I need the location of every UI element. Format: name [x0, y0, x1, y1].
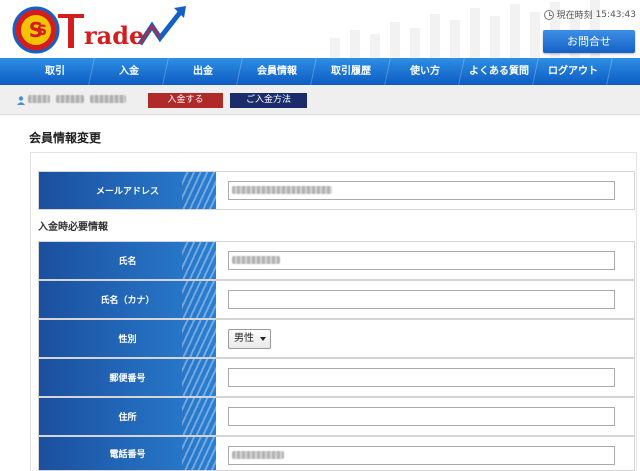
- address-field[interactable]: [228, 407, 615, 426]
- chevron-down-icon: [260, 337, 266, 341]
- user-name-redacted: [28, 95, 142, 105]
- postal-field[interactable]: [228, 368, 615, 387]
- redacted-text: [90, 95, 126, 103]
- deposit-button[interactable]: 入金する: [148, 93, 223, 108]
- gender-label: 性別: [39, 320, 216, 357]
- clock-icon: [543, 9, 554, 20]
- clock-label: 現在時刻: [556, 11, 593, 21]
- form-row-postal: 郵便番号: [38, 358, 635, 397]
- deposit-method-button[interactable]: ご入金方法: [230, 93, 307, 108]
- email-field[interactable]: [228, 181, 615, 200]
- svg-text:S: S: [37, 23, 47, 39]
- nav-item-faq[interactable]: よくある質問: [459, 58, 539, 85]
- form-row-phone: 電話番号: [38, 436, 635, 471]
- nav-item-trade-history[interactable]: 取引履歴: [311, 58, 391, 85]
- section-title: 入金時必要情報: [38, 222, 108, 233]
- nav-item-trade[interactable]: 取引: [15, 58, 95, 85]
- name-label: 氏名: [39, 242, 216, 279]
- phone-field[interactable]: [228, 446, 615, 465]
- clock-time: 15:43:43: [595, 9, 636, 20]
- nav-item-deposit[interactable]: 入金: [89, 58, 169, 85]
- user-icon: [17, 96, 25, 105]
- site-header: S S rade 現在時刻 15:43:43 お問合せ: [0, 0, 640, 58]
- form-row-gender: 性別 男性: [38, 319, 635, 358]
- current-time: 現在時刻 15:43:43: [543, 8, 636, 21]
- nav-item-logout[interactable]: ログアウト: [533, 58, 613, 85]
- form-row-address: 住所: [38, 397, 635, 436]
- gender-select[interactable]: 男性: [228, 329, 271, 349]
- postal-label: 郵便番号: [39, 359, 216, 396]
- address-label: 住所: [39, 398, 216, 435]
- nav-item-how-to[interactable]: 使い方: [385, 58, 465, 85]
- page-title: 会員情報変更: [29, 131, 102, 145]
- main-nav: 取引 入金 出金 会員情報 取引履歴 使い方 よくある質問 ログアウト: [0, 58, 640, 85]
- kana-field[interactable]: [228, 290, 615, 309]
- redacted-text: [28, 95, 50, 103]
- contact-button[interactable]: お問合せ: [543, 30, 635, 53]
- user-bar: [0, 85, 640, 115]
- nav-item-member-info[interactable]: 会員情報: [237, 58, 317, 85]
- nav-item-withdraw[interactable]: 出金: [163, 58, 243, 85]
- svg-text:rade: rade: [84, 21, 144, 50]
- form-row-kana: 氏名（カナ）: [38, 280, 635, 319]
- redacted-text: [56, 95, 84, 103]
- sstrade-logo[interactable]: S S rade: [12, 4, 192, 56]
- email-label: メールアドレス: [39, 172, 216, 209]
- redacted-text: [232, 451, 284, 459]
- form-row-name: 氏名: [38, 241, 635, 280]
- redacted-text: [232, 256, 280, 264]
- redacted-text: [232, 186, 332, 194]
- form-row-email: メールアドレス: [38, 171, 635, 210]
- phone-label: 電話番号: [39, 437, 216, 470]
- kana-label: 氏名（カナ）: [39, 281, 216, 318]
- name-field[interactable]: [228, 251, 615, 270]
